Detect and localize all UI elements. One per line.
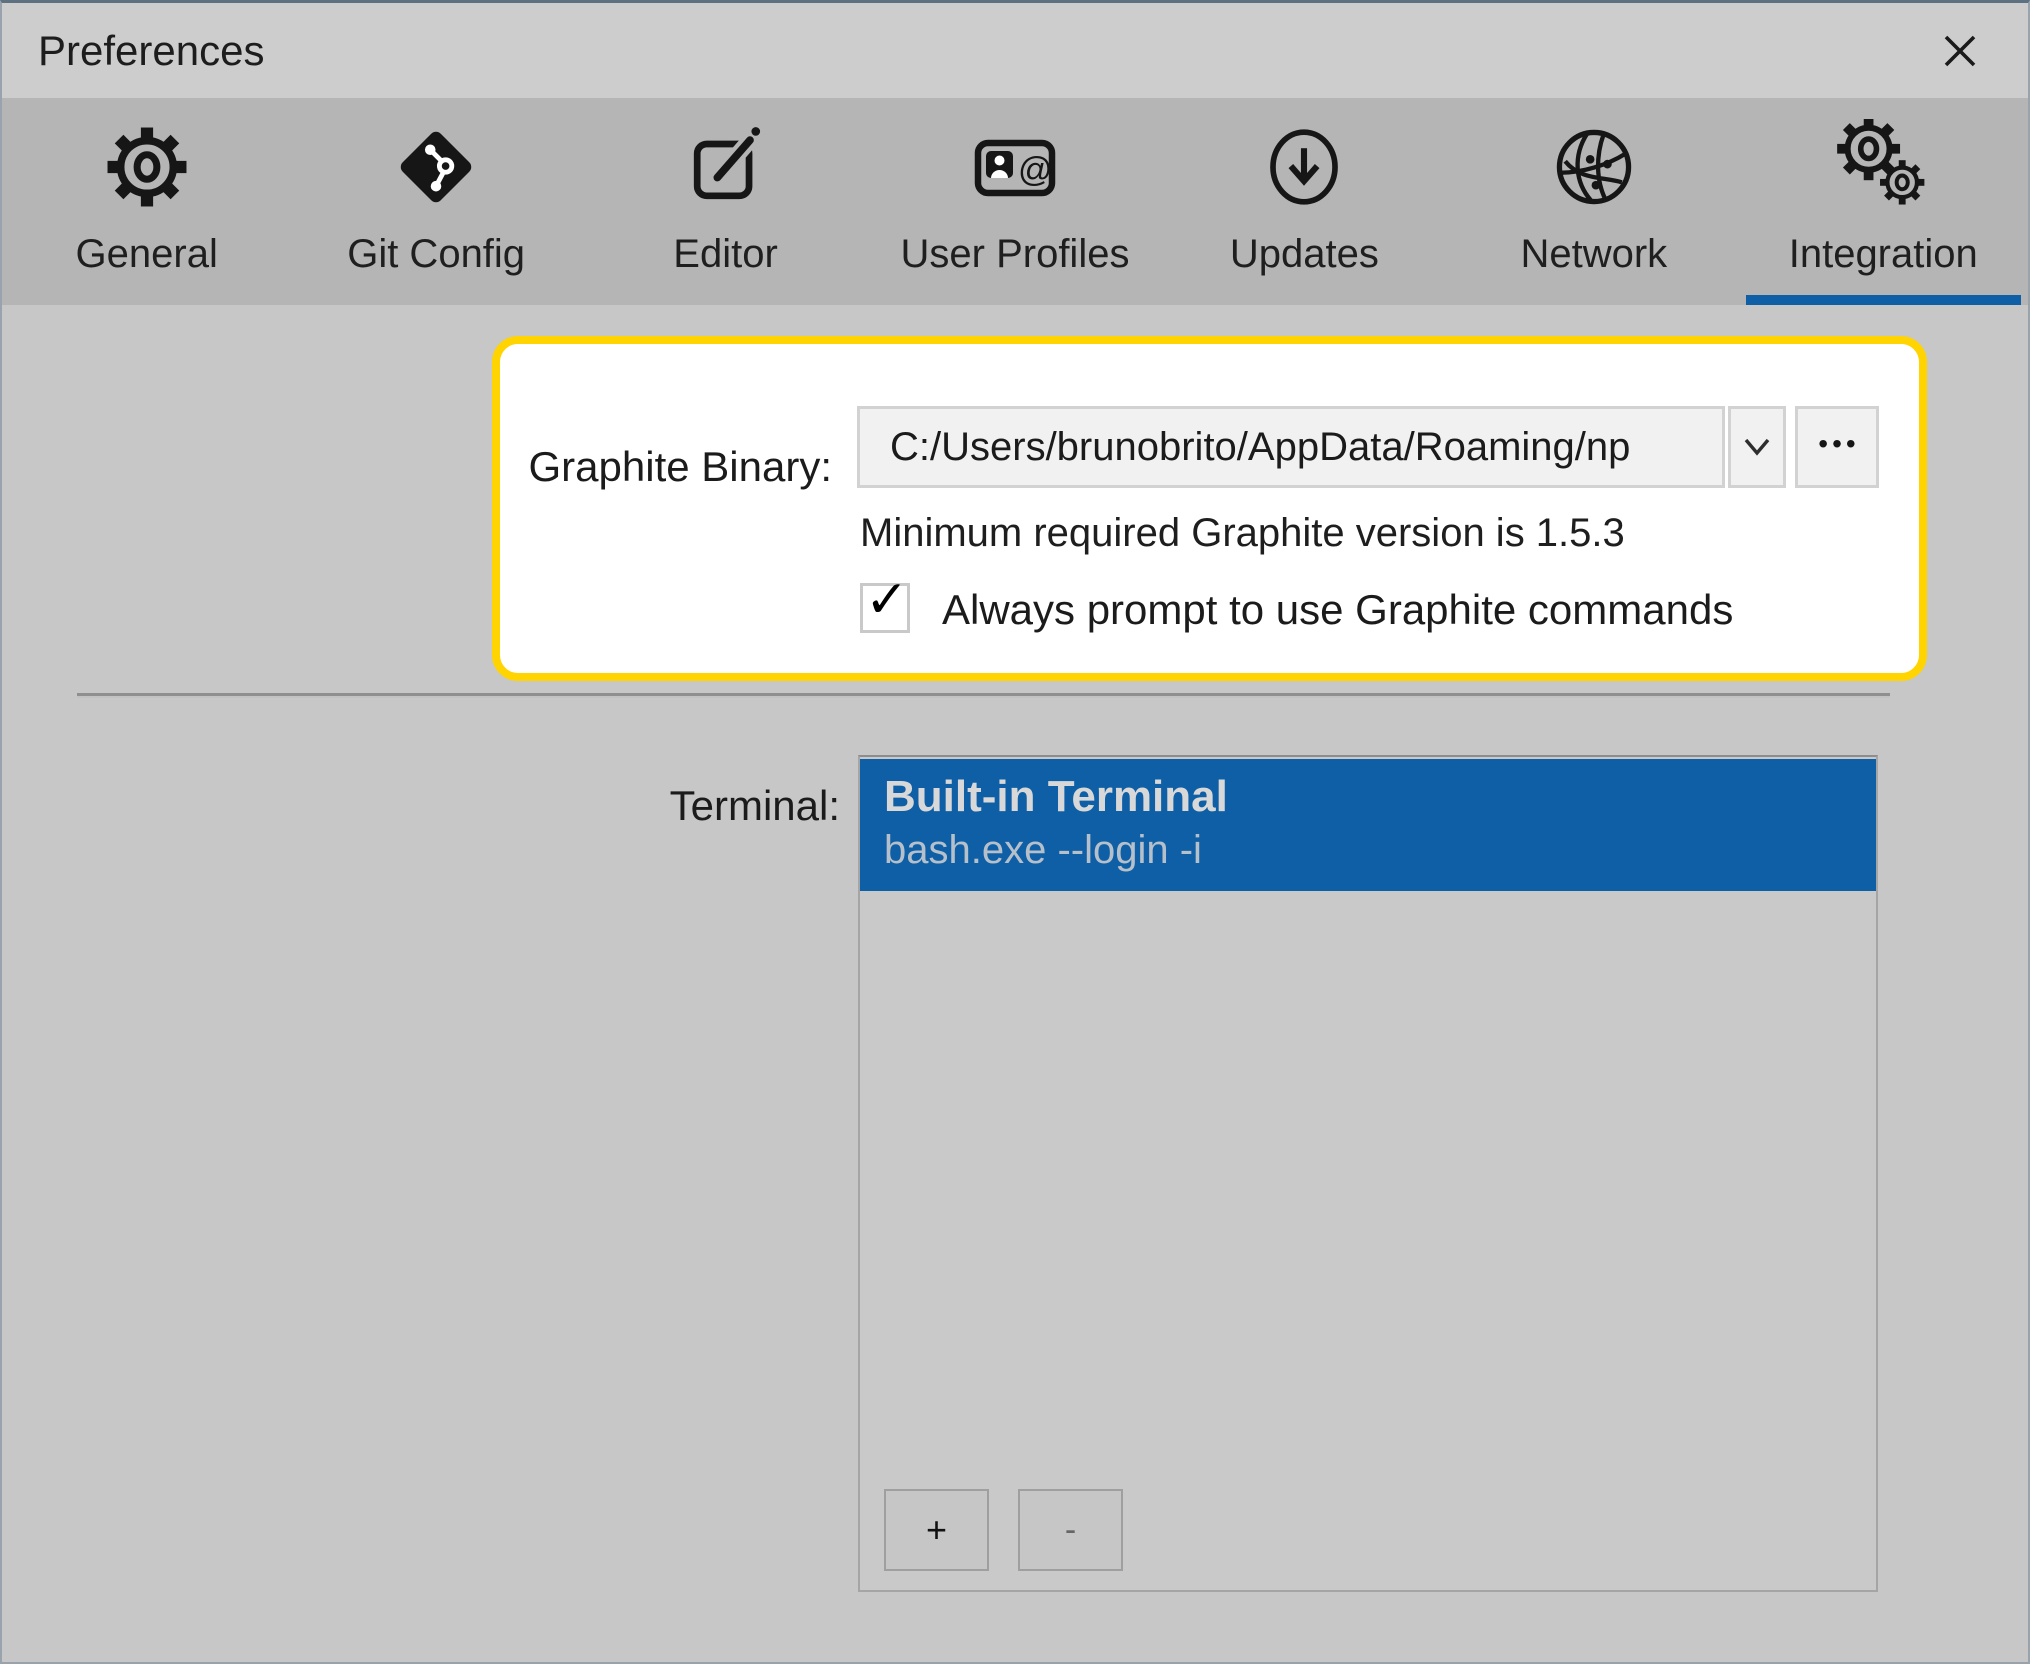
tab-label: General [76, 232, 218, 277]
graphite-binary-path-input[interactable] [857, 406, 1725, 488]
preferences-window: Preferences General [0, 0, 2030, 1664]
globe-network-icon [1546, 116, 1642, 218]
edit-pencil-icon [678, 116, 774, 218]
section-divider [77, 693, 1890, 698]
tab-updates[interactable]: Updates [1160, 98, 1449, 305]
titlebar: Preferences [2, 3, 2028, 98]
contact-card-icon: @ [965, 116, 1065, 218]
gear-icon [100, 116, 194, 218]
graphite-version-hint: Minimum required Graphite version is 1.5… [860, 509, 1625, 557]
preferences-tabbar: General Git Config [2, 98, 2028, 305]
tab-general[interactable]: General [2, 98, 291, 305]
close-icon [1941, 32, 1979, 70]
tab-label: User Profiles [901, 232, 1130, 277]
graphite-binary-label: Graphite Binary: [432, 441, 832, 493]
always-prompt-label: Always prompt to use Graphite commands [942, 585, 1733, 635]
close-button[interactable] [1934, 25, 1986, 77]
terminal-list-item-selected[interactable]: Built-in Terminal bash.exe --login -i [860, 759, 1876, 891]
remove-terminal-button[interactable]: - [1018, 1489, 1123, 1571]
graphite-path-dropdown-button[interactable] [1728, 406, 1786, 488]
always-prompt-checkbox[interactable]: ✓ [860, 583, 910, 633]
download-circle-icon [1257, 116, 1351, 218]
terminal-label: Terminal: [502, 781, 840, 831]
checkmark-icon: ✓ [865, 570, 909, 630]
tab-label: Integration [1789, 232, 1978, 277]
terminal-item-name: Built-in Terminal [884, 769, 1876, 825]
tab-label: Editor [673, 232, 778, 277]
tab-integration[interactable]: Integration [1739, 98, 2028, 305]
tab-editor[interactable]: Editor [581, 98, 870, 305]
selected-tab-indicator [1746, 295, 2021, 305]
browse-button[interactable]: ••• [1795, 406, 1879, 488]
window-title: Preferences [38, 3, 264, 98]
chevron-down-icon [1734, 424, 1780, 470]
add-terminal-button[interactable]: + [884, 1489, 989, 1571]
tab-label: Git Config [347, 232, 525, 277]
tab-label: Network [1520, 232, 1667, 277]
git-icon [388, 116, 484, 218]
gears-integration-icon [1835, 116, 1931, 218]
terminal-item-command: bash.exe --login -i [884, 825, 1876, 875]
tab-user-profiles[interactable]: @ User Profiles [870, 98, 1159, 305]
tab-network[interactable]: Network [1449, 98, 1738, 305]
ellipsis-icon: ••• [1818, 428, 1859, 460]
tab-git-config[interactable]: Git Config [291, 98, 580, 305]
svg-text:@: @ [1018, 151, 1053, 189]
tab-label: Updates [1230, 232, 1379, 277]
